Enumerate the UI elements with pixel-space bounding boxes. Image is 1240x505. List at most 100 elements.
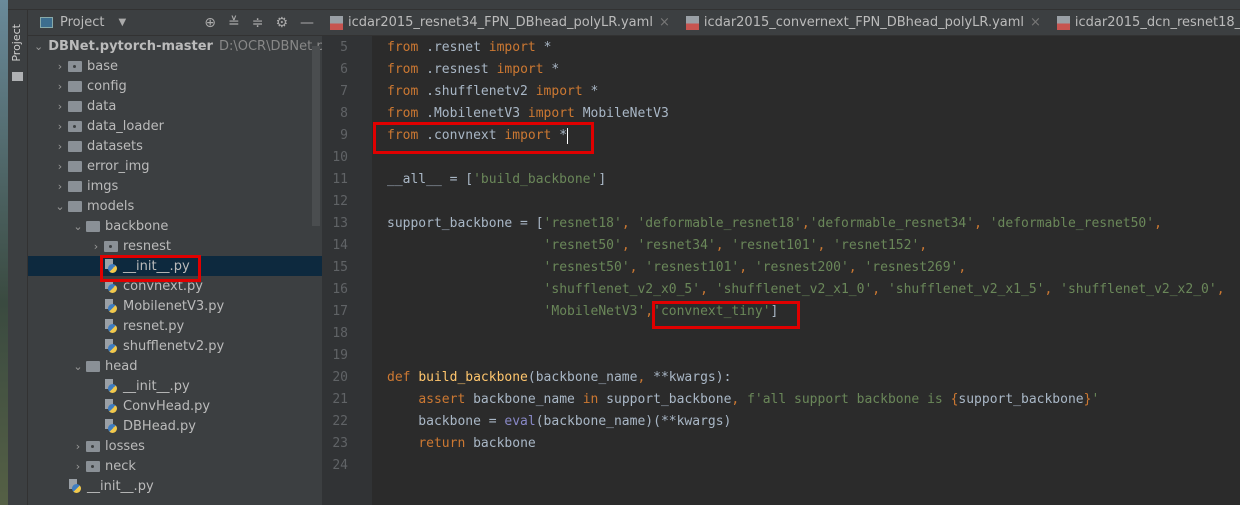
project-stripe-button[interactable]: Project (10, 24, 23, 62)
chevron-right-icon[interactable]: › (88, 240, 104, 253)
chevron-right-icon[interactable]: › (52, 60, 68, 73)
chevron-right-icon[interactable]: › (52, 120, 68, 133)
tree-item[interactable]: __init__.py (28, 376, 322, 396)
chevron-down-icon[interactable]: ⌄ (70, 220, 86, 233)
code-line: 22 backbone = eval(backbone_name)(**kwar… (322, 411, 1240, 433)
tree-item[interactable]: DBHead.py (28, 416, 322, 436)
tree-item[interactable]: › datasets (28, 136, 322, 156)
editor-tab[interactable]: icdar2015_resnet34_FPN_DBhead_polyLR.yam… (322, 10, 678, 35)
code-token: f'all support backbone is (747, 392, 951, 407)
close-icon[interactable]: × (1030, 15, 1041, 30)
code-token: 'resnet101' (731, 238, 818, 253)
tree-item[interactable]: ⌄ backbone (28, 216, 322, 236)
tree-item[interactable]: shufflenetv2.py (28, 336, 322, 356)
expand-all-icon[interactable]: ≚ (228, 15, 240, 31)
chevron-down-icon[interactable]: ▼ (118, 17, 126, 28)
tree-item[interactable]: › neck (28, 456, 322, 476)
tree-item[interactable]: › losses (28, 436, 322, 456)
code-token: , (637, 370, 654, 385)
project-view-icon (40, 17, 53, 28)
yaml-file-icon (685, 15, 699, 30)
editor-tabs: icdar2015_resnet34_FPN_DBhead_polyLR.yam… (322, 10, 1240, 36)
line-number: 10 (332, 150, 348, 165)
tree-item[interactable]: › data_loader (28, 116, 322, 136)
tree-item[interactable]: › imgs (28, 176, 322, 196)
chevron-down-icon[interactable]: ⌄ (52, 200, 68, 213)
line-number: 24 (332, 458, 348, 473)
project-view-selector[interactable]: Project (60, 15, 104, 30)
code-token: , (974, 216, 990, 231)
tree-item[interactable]: __init__.py (28, 476, 322, 496)
code-editor[interactable]: 5 from .resnet import * 6 from .resnest imp… (322, 36, 1240, 505)
collapse-all-icon[interactable]: ≑ (252, 15, 264, 31)
tree-item-label: MobilenetV3.py (123, 298, 225, 314)
chevron-right-icon[interactable]: › (52, 140, 68, 153)
code-text: from .resnet import * (387, 37, 551, 59)
editor-tab[interactable]: icdar2015_dcn_resnet18_FPN_DBhead_polyLR… (1049, 10, 1240, 35)
scrollbar[interactable] (312, 46, 320, 226)
tree-item-label: losses (105, 438, 145, 454)
chevron-right-icon[interactable]: › (52, 100, 68, 113)
tool-window-stripe: Project (8, 10, 28, 505)
code-token: 'resnet34' (637, 238, 716, 253)
tree-item[interactable]: ⌄DBNet.pytorch-masterD:\OCR\DBNet.pytorc… (28, 36, 416, 56)
chevron-right-icon[interactable]: › (52, 180, 68, 193)
tree-item[interactable]: › base (28, 56, 322, 76)
tree-item[interactable]: › resnest (28, 236, 322, 256)
code-token: assert (418, 392, 474, 407)
close-icon[interactable]: × (659, 15, 670, 30)
code-line: 13 support_backbone = ['resnet18', 'defor… (322, 213, 1240, 235)
code-token: .resnest (426, 62, 497, 77)
code-token: in (582, 392, 607, 407)
code-text: def build_backbone(backbone_name, **kwar… (387, 367, 731, 389)
chevron-down-icon[interactable]: ⌄ (34, 40, 43, 53)
tree-item-label: config (87, 78, 127, 94)
line-number: 11 (332, 172, 348, 187)
code-token: 'resnest50' (543, 260, 630, 275)
tree-item[interactable]: › error_img (28, 156, 322, 176)
code-line: 23 return backbone (322, 433, 1240, 455)
tree-item[interactable]: resnet.py (28, 316, 322, 336)
python-file-icon (104, 319, 118, 333)
yaml-file-icon (1056, 15, 1070, 30)
tree-item[interactable]: › data (28, 96, 322, 116)
tree-item-label: error_img (87, 158, 150, 174)
code-token: from (387, 106, 427, 121)
code-token: MobileNetV3 (582, 106, 669, 121)
code-line: 19 (322, 345, 1240, 367)
chevron-right-icon[interactable]: › (70, 440, 86, 453)
code-token: eval (504, 414, 536, 429)
hide-icon[interactable]: — (300, 15, 314, 31)
tree-item-label: imgs (87, 178, 119, 194)
chevron-right-icon[interactable]: › (52, 160, 68, 173)
code-token: 'shufflenet_v2_x1_5' (887, 282, 1045, 297)
line-number: 16 (332, 282, 348, 297)
tree-item[interactable]: MobilenetV3.py (28, 296, 322, 316)
chevron-right-icon[interactable]: › (52, 80, 68, 93)
code-token: support_backbone (606, 392, 732, 407)
code-text: from .resnest import * (387, 59, 559, 81)
code-text: 'shufflenet_v2_x0_5', 'shufflenet_v2_x1_… (387, 279, 1225, 301)
tree-item[interactable]: ConvHead.py (28, 396, 322, 416)
code-text: __all__ = ['build_backbone'] (387, 169, 606, 191)
locate-icon[interactable]: ⊕ (204, 15, 216, 31)
tree-item-label: DBHead.py (123, 418, 196, 434)
chevron-right-icon[interactable]: › (70, 460, 86, 473)
chevron-down-icon[interactable]: ⌄ (70, 360, 86, 373)
code-token: , (731, 392, 748, 407)
tree-item[interactable]: ⌄ head (28, 356, 322, 376)
editor-tab[interactable]: icdar2015_convernext_FPN_DBhead_polyLR.y… (678, 10, 1049, 35)
tree-item[interactable]: › config (28, 76, 322, 96)
highlight-box-convnext-tiny (652, 301, 800, 329)
gear-icon[interactable]: ⚙ (275, 15, 288, 31)
code-text: return backbone (387, 433, 535, 455)
package-icon (86, 460, 100, 472)
tree-item[interactable]: ⌄ models (28, 196, 322, 216)
line-number: 14 (332, 238, 348, 253)
tab-label: icdar2015_resnet34_FPN_DBhead_polyLR.yam… (348, 15, 653, 30)
code-token: , (715, 238, 732, 253)
code-token: support_backbone = [ (387, 216, 544, 231)
